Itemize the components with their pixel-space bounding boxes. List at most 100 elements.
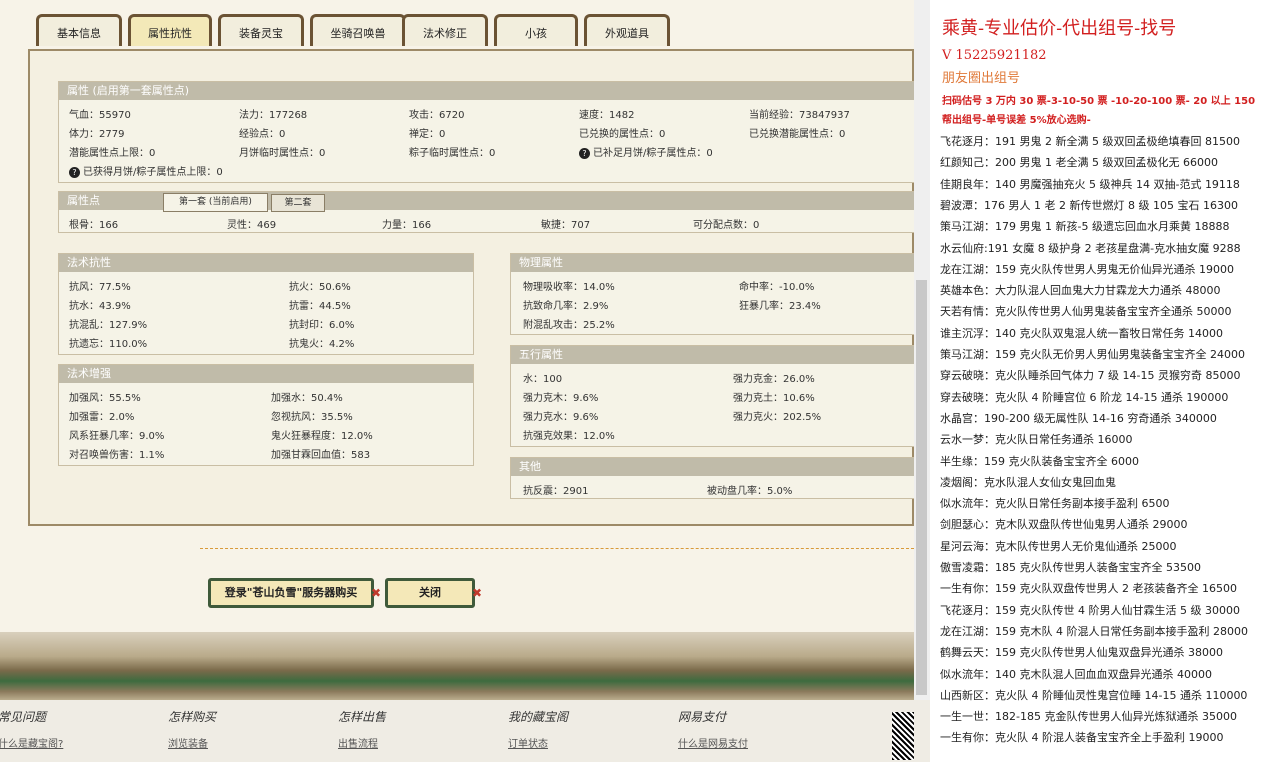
heal-bonus: 加强甘霖回血值：583	[271, 450, 371, 461]
listing-line: 半生缘：159 克火队装备宝宝齐全 6000	[940, 454, 1139, 468]
footer-link[interactable]: 订单状态	[508, 735, 568, 750]
attribute-box: 属性 (启用第一套属性点) 气血：55970 法力：177268 攻击：6720…	[58, 81, 914, 183]
point-constitution: 根骨：166	[69, 220, 119, 231]
hit-rate: 命中率：-10.0%	[739, 282, 815, 293]
close-x-icon: ✖	[371, 586, 382, 600]
footer-title: 网易支付	[678, 710, 727, 724]
footer-link[interactable]: 出售流程	[338, 735, 386, 750]
attribute-header: 属性 (启用第一套属性点)	[59, 82, 914, 100]
listing-line: 龙在江湖：159 克火队传世男人男鬼无价仙异光通杀 19000	[940, 262, 1234, 276]
help-icon[interactable]: ?	[579, 148, 590, 159]
listing-line: 傲雪凌霜：185 克火队传世男人装备宝宝齐全 53500	[940, 561, 1201, 574]
strong-vs-earth: 强力克土：10.6%	[733, 393, 815, 404]
strong-vs-wood: 强力克木：9.6%	[523, 393, 599, 404]
stat-mooncake-temp: 月饼临时属性点：0	[239, 148, 326, 159]
listing-line: 云水一梦：克火队日常任务通杀 16000	[940, 433, 1133, 447]
listing-line: 山西新区：克火队 4 阶睡仙灵性鬼宫位睡 14-15 通杀 110000	[940, 688, 1248, 702]
element-water: 水：100	[523, 374, 563, 385]
stat-exp-points: 经验点：0	[239, 129, 286, 140]
footer-title: 我的藏宝阁	[508, 710, 569, 724]
pet-damage: 对召唤兽伤害：1.1%	[69, 450, 165, 461]
sidebar-phone: V 15225921182	[942, 48, 1047, 63]
enhance-wind: 加强风：55.5%	[69, 393, 141, 404]
footer-link[interactable]: 什么是网易支付	[678, 735, 748, 750]
listing-line: 似水流年：克火队日常任务副本接手盈利 6500	[940, 497, 1170, 511]
physical-header: 物理属性	[511, 254, 914, 272]
divider	[200, 548, 914, 549]
listing-line: 龙在江湖：159 克木队 4 阶混人日常任务副本接手盈利 28000	[940, 624, 1248, 638]
stat-mp: 法力：177268	[239, 110, 308, 121]
stat-potential-limit: 潜能属性点上限：0	[69, 148, 156, 159]
physical-box: 物理属性 物理吸收率：14.0% 命中率：-10.0% 抗致命几率：2.9% 狂…	[510, 253, 914, 335]
stat-exchanged-points: 已兑换的属性点：0	[579, 129, 666, 140]
resist-water: 抗水：43.9%	[69, 301, 131, 312]
tab-basic-info[interactable]: 基本信息	[36, 14, 122, 46]
tab-attributes[interactable]: 属性抗性	[128, 14, 212, 46]
scrollbar[interactable]	[914, 0, 930, 700]
footer-col-faq: 常见问题 什么是藏宝阁?	[0, 708, 63, 750]
listing-line: 谁主沉浮：140 克火队双鬼混人统一畜牧日常任务 14000	[940, 326, 1223, 340]
tab-mounts-pets[interactable]: 坐骑召唤兽	[310, 14, 406, 46]
listing-line: 似水流年：140 克木队混人回血血双盘异光通杀 40000	[940, 667, 1212, 681]
point-available: 可分配点数：0	[693, 220, 760, 231]
stat-hp: 气血：55970	[69, 110, 131, 121]
listing-line: 天若有情：克火队传世男人仙男鬼装备宝宝齐全通杀 50000	[940, 305, 1232, 319]
footer: 常见问题 什么是藏宝阁? 怎样购买 浏览装备 怎样出售 出售流程 我的藏宝阁 订…	[0, 700, 930, 762]
tab-children[interactable]: 小孩	[494, 14, 578, 46]
wuxing-header: 五行属性	[511, 346, 914, 364]
enhance-box: 法术增强 加强风：55.5% 加强水：50.4% 加强雷：2.0% 忽视抗风：3…	[58, 364, 474, 466]
point-spirit: 灵性：469	[227, 220, 277, 231]
stat-meditation: 禅定：0	[409, 129, 446, 140]
footer-link[interactable]: 浏览装备	[168, 735, 216, 750]
chaos-attack: 附混乱攻击：25.2%	[523, 320, 615, 331]
listing-line: 飞花逐月：159 克火队传世 4 阶男人仙甘霖生活 5 级 30000	[940, 603, 1240, 617]
resist-ghostfire: 抗鬼火：4.2%	[289, 339, 355, 350]
resist-chaos: 抗混乱：127.9%	[69, 320, 148, 331]
footer-link[interactable]: 什么是藏宝阁?	[0, 735, 63, 750]
tab-equipment[interactable]: 装备灵宝	[218, 14, 304, 46]
sidebar-price-1: 扫码估号 3 万内 30 票-3-10-50 票 -10-20-100 票- 2…	[942, 96, 1256, 107]
buy-button[interactable]: 登录"苍山负雪"服务器购买	[208, 578, 374, 608]
scrollbar-thumb[interactable]	[916, 280, 927, 695]
anti-counter: 抗反震：2901	[523, 486, 589, 497]
listing-line: 凌烟阁：克水队混人女仙女鬼回血鬼	[940, 475, 1116, 489]
listing-line: 英雄本色：大力队混人回血鬼大力甘霖龙大力通杀 48000	[940, 284, 1221, 298]
stat-exp: 当前经验：73847937	[749, 110, 850, 121]
seller-sidebar: 乘黄-专业估价-代出组号-找号 V 15225921182 朋友圈出组号 扫码估…	[930, 0, 1280, 762]
footer-title: 怎样出售	[338, 710, 387, 724]
passive-rate: 被动盘几率：5.0%	[707, 486, 793, 497]
resist-fire: 抗火：50.6%	[289, 282, 351, 293]
listing-line: 碧波潭：176 男人 1 老 2 新传世燃灯 8 级 105 宝石 16300	[940, 198, 1238, 212]
listing-line: 一生一世：182-185 克金队传世男人仙异光炼狱通杀 35000	[940, 710, 1237, 724]
close-x-icon: ✖	[472, 586, 483, 600]
decorative-banner	[0, 632, 914, 702]
wuxing-box: 五行属性 水：100 强力克金：26.0% 强力克木：9.6% 强力克土：10.…	[510, 345, 914, 447]
ghostfire-rampage: 鬼火狂暴程度：12.0%	[271, 431, 373, 442]
resist-seal: 抗封印：6.0%	[289, 320, 355, 331]
other-header: 其他	[511, 458, 914, 476]
tab-appearance[interactable]: 外观道具	[584, 14, 670, 46]
sidebar-title: 乘黄-专业估价-代出组号-找号	[942, 18, 1177, 39]
ignore-wind-resist: 忽视抗风：35.5%	[271, 412, 353, 423]
footer-col-buy: 怎样购买 浏览装备	[168, 708, 216, 750]
listing-line: 星河云海：克木队传世男人无价鬼仙通杀 25000	[940, 539, 1177, 553]
rampage-rate: 狂暴几率：23.4%	[739, 301, 821, 312]
help-icon[interactable]: ?	[69, 167, 80, 178]
strong-vs-fire: 强力克火：202.5%	[733, 412, 822, 423]
close-button[interactable]: 关闭	[385, 578, 475, 608]
sidebar-price-2: 帮出组号-单号误差 5%放心选购-	[942, 115, 1091, 126]
listing-line: 穿云破晓：克火队睡杀回气体力 7 级 14-15 灵猴穷奇 85000	[940, 369, 1241, 383]
resist-wind: 抗风：77.5%	[69, 282, 131, 293]
points-set-1-tab[interactable]: 第一套 (当前启用)	[163, 193, 268, 212]
footer-col-sell: 怎样出售 出售流程	[338, 708, 386, 750]
tab-spell-correction[interactable]: 法术修正	[402, 14, 488, 46]
listing-line: 穿去破晓：克火队 4 阶睡宫位 6 阶龙 14-15 通杀 190000	[940, 390, 1229, 404]
points-set-2-tab[interactable]: 第二套	[271, 194, 325, 212]
listing-line: 红颜知己：200 男鬼 1 老全满 5 级双回孟极化无 66000	[940, 156, 1218, 170]
stat-filled-points: ? 已补足月饼/粽子属性点：0	[579, 144, 713, 159]
physical-absorb: 物理吸收率：14.0%	[523, 282, 615, 293]
stat-stamina: 体力：2779	[69, 129, 125, 140]
resist-box: 法术抗性 抗风：77.5% 抗火：50.6% 抗水：43.9% 抗雷：44.5%…	[58, 253, 474, 355]
listing-line: 策马江湖：159 克火队无价男人男仙男鬼装备宝宝齐全 24000	[940, 348, 1245, 361]
listing-line: 水云仙府:191 女魔 8 级护身 2 老孩星盘满-克水抽女魔 9288	[940, 241, 1241, 255]
